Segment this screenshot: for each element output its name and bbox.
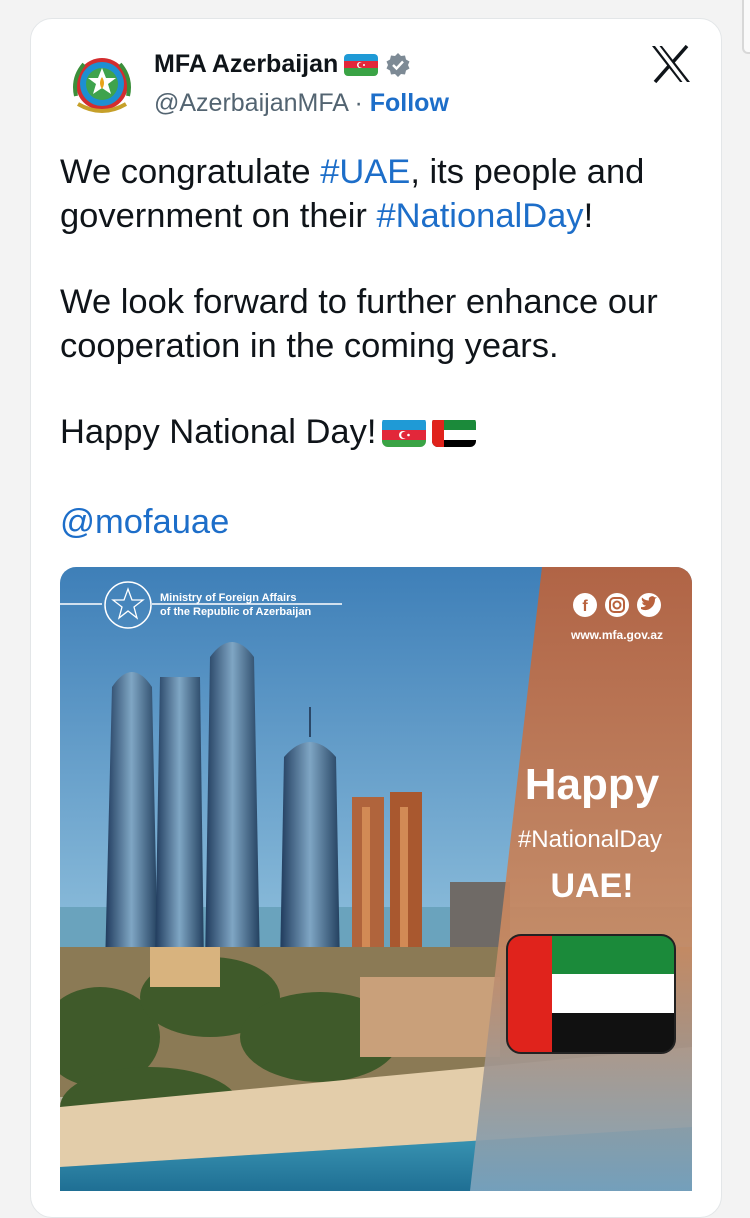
azerbaijan-emblem-icon <box>62 46 142 126</box>
mention-link[interactable]: @mofauae <box>60 503 229 542</box>
uae-flag-emoji <box>432 417 477 447</box>
headline-country: UAE! <box>550 867 633 905</box>
headline-hashtag: #NationalDay <box>518 826 662 853</box>
tweet-paragraph-2: We look forward to further enhance our c… <box>60 283 658 365</box>
facebook-icon: f <box>573 593 597 617</box>
palace-building <box>360 977 500 1057</box>
text-span: ! <box>583 197 594 235</box>
twitter-icon <box>637 593 661 617</box>
uae-flag-icon <box>506 934 676 1054</box>
account-name-row[interactable]: MFA Azerbaijan <box>154 50 412 79</box>
svg-text:f: f <box>582 598 588 615</box>
instagram-icon <box>605 593 629 617</box>
hashtag-nationalday-link[interactable]: #NationalDay <box>376 197 583 235</box>
headline-happy: Happy <box>525 760 660 809</box>
text-span: Happy National Day! <box>60 413 377 451</box>
account-display-name[interactable]: MFA Azerbaijan <box>154 50 338 79</box>
avatar[interactable] <box>60 44 144 128</box>
tweet-text: We congratulate #UAE, its people and gov… <box>60 150 710 454</box>
follow-button[interactable]: Follow <box>370 89 449 117</box>
website-text: www.mfa.gov.az <box>570 628 663 642</box>
handle-row: @AzerbaijanMFA · Follow <box>154 89 449 118</box>
palace-gate <box>150 947 220 987</box>
verified-badge-icon <box>384 51 412 79</box>
ministry-line1: Ministry of Foreign Affairs <box>160 592 297 604</box>
account-handle[interactable]: @AzerbaijanMFA <box>154 89 348 117</box>
hashtag-uae-link[interactable]: #UAE <box>320 153 410 191</box>
ministry-line2: of the Republic of Azerbaijan <box>160 606 311 618</box>
tweet-paragraph-3: Happy National Day! <box>60 410 710 454</box>
separator: · <box>347 89 370 117</box>
azerbaijan-flag-icon <box>344 53 379 76</box>
azerbaijan-flag-emoji <box>382 417 427 447</box>
tweet-media-image[interactable]: Ministry of Foreign Affairs of the Repub… <box>60 567 692 1191</box>
tweet-paragraph-1: We congratulate #UAE, its people and gov… <box>60 150 710 238</box>
x-logo-icon[interactable] <box>650 44 692 84</box>
scrollbar-edge <box>742 0 750 54</box>
text-span: We congratulate <box>60 153 321 191</box>
